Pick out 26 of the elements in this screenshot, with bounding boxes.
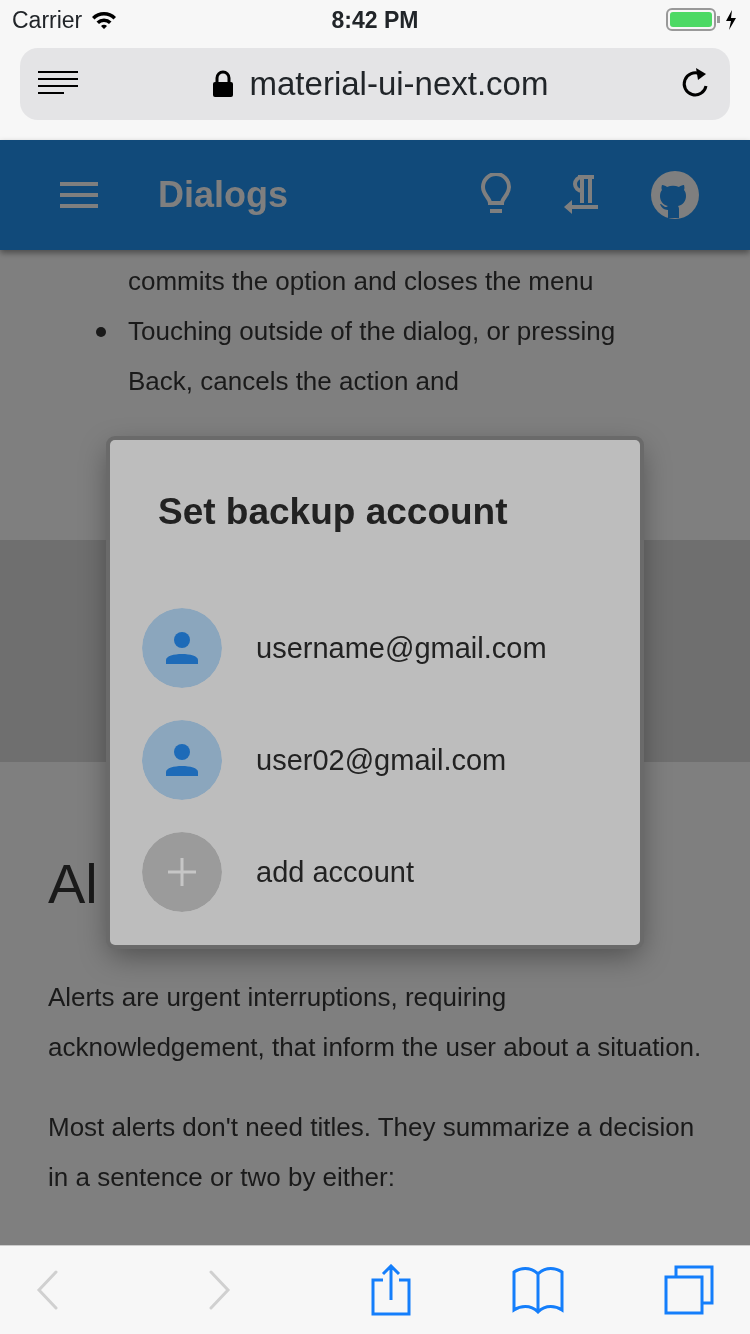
share-icon[interactable]	[371, 1264, 411, 1316]
paragraph: Alerts are urgent interruptions, requiring acknowledgement, that inform the user about a situation.	[48, 981, 703, 1065]
account-option[interactable]: add account	[110, 816, 640, 929]
account-option[interactable]: user02@gmail.com	[110, 704, 640, 817]
bullet-text: Touching outside of the dialog, or pressing Back, cancels the action and	[90, 306, 675, 406]
menu-icon[interactable]	[60, 182, 98, 208]
section-heading: Al	[48, 851, 98, 917]
reader-icon[interactable]	[38, 71, 80, 97]
wifi-icon	[90, 9, 119, 31]
battery-icon	[666, 8, 738, 32]
account-option[interactable]: username@gmail.com	[110, 592, 640, 705]
paragraph-icon[interactable]	[564, 173, 598, 217]
avatar-icon	[142, 720, 222, 801]
paragraph: Most alerts don't need titles. They summarize a decision in a sentence or two by either:	[48, 1111, 696, 1195]
add-icon	[142, 832, 222, 913]
bookmarks-icon[interactable]	[511, 1266, 564, 1314]
clock-time: 8:42 PM	[330, 5, 420, 35]
avatar-icon	[142, 608, 222, 689]
github-icon[interactable]	[650, 170, 700, 220]
lock-icon	[211, 70, 234, 98]
dialog-title: Set backup account	[157, 490, 509, 534]
carrier-name: Carrier	[12, 5, 83, 35]
bullet-dot	[96, 327, 106, 337]
bullet-text: commits the option and closes the menu	[127, 265, 595, 298]
tabs-icon[interactable]	[664, 1265, 714, 1315]
page-title: Dialogs	[158, 173, 290, 217]
